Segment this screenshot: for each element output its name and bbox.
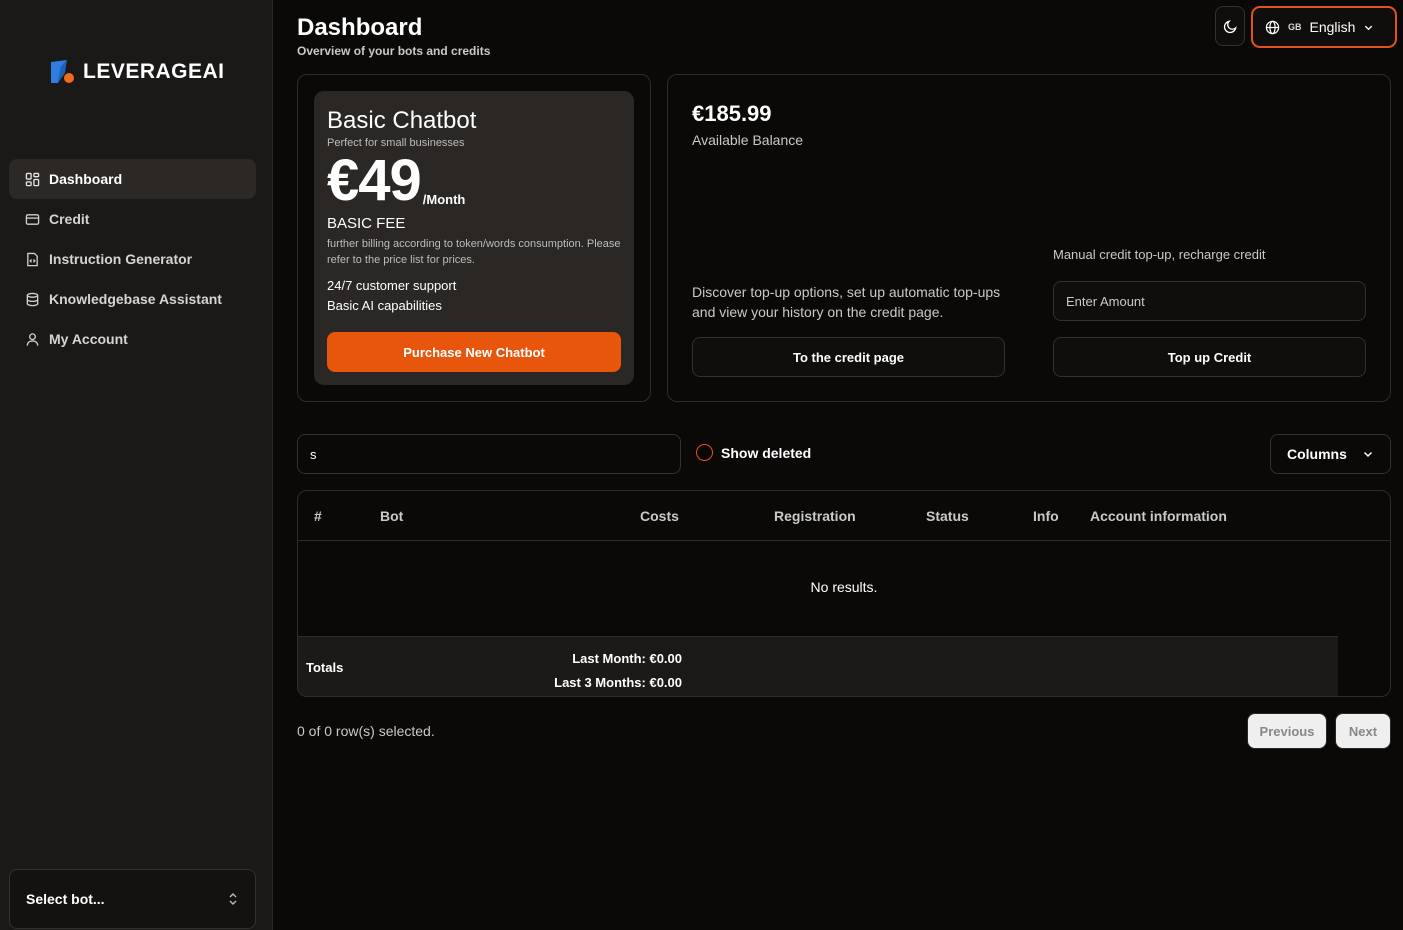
moon-icon bbox=[1223, 19, 1237, 33]
plan-period: /Month bbox=[422, 192, 466, 207]
sidebar-item-my-account[interactable]: My Account bbox=[9, 319, 256, 359]
plan-card: Basic Chatbot Perfect for small business… bbox=[314, 91, 634, 385]
search-input[interactable] bbox=[297, 434, 681, 474]
logo-text: LEVERAGEAI bbox=[83, 60, 225, 83]
fee-note: further billing according to token/words… bbox=[327, 238, 621, 266]
manual-topup-label: Manual credit top-up, recharge credit bbox=[1053, 247, 1266, 262]
sidebar-item-label: Dashboard bbox=[49, 171, 123, 187]
total-last-3-months: Last 3 Months: €0.00 bbox=[554, 675, 682, 690]
sidebar-item-dashboard[interactable]: Dashboard bbox=[9, 159, 256, 199]
file-code-icon bbox=[27, 252, 38, 266]
feature-item: 24/7 customer support bbox=[327, 278, 457, 293]
bot-select[interactable]: Select bot... bbox=[9, 869, 256, 929]
dashboard-icon bbox=[25, 172, 40, 186]
sidebar-item-label: Knowledgebase Assistant bbox=[49, 291, 222, 307]
bot-select-value: Select bot... bbox=[26, 891, 105, 907]
amount-input[interactable] bbox=[1053, 281, 1366, 321]
columns-button[interactable]: Columns bbox=[1270, 434, 1391, 474]
credit-card: €185.99 Available Balance Discover top-u… bbox=[667, 74, 1391, 402]
to-credit-page-button[interactable]: To the credit page bbox=[692, 337, 1005, 377]
credit-card-icon bbox=[25, 213, 40, 225]
column-header-costs[interactable]: Costs bbox=[640, 508, 679, 524]
user-icon bbox=[26, 332, 39, 346]
logo[interactable]: LEVERAGEAI bbox=[49, 59, 225, 85]
column-header-account-information[interactable]: Account information bbox=[1090, 508, 1227, 524]
page-title: Dashboard bbox=[297, 14, 423, 41]
chevron-down-icon bbox=[1363, 451, 1373, 458]
totals-label: Totals bbox=[306, 660, 344, 675]
fee-label: BASIC FEE bbox=[327, 215, 406, 232]
show-deleted-radio[interactable] bbox=[696, 444, 713, 461]
feature-list: 24/7 customer support Basic AI capabilit… bbox=[327, 276, 621, 316]
column-header-registration[interactable]: Registration bbox=[774, 508, 856, 524]
language-select[interactable]: GB English bbox=[1251, 6, 1397, 48]
discover-text: Discover top-up options, set up automati… bbox=[692, 284, 1001, 320]
selection-info: 0 of 0 row(s) selected. bbox=[297, 723, 435, 739]
plan-card-container: Basic Chatbot Perfect for small business… bbox=[297, 74, 651, 402]
table-header: # Bot Costs Registration Status Info Acc… bbox=[298, 491, 1390, 541]
sidebar-item-knowledgebase-assistant[interactable]: Knowledgebase Assistant bbox=[9, 279, 256, 319]
topup-credit-button[interactable]: Top up Credit bbox=[1053, 337, 1366, 377]
chevron-down-icon bbox=[1365, 25, 1373, 30]
sidebar-item-credit[interactable]: Credit bbox=[9, 199, 256, 239]
balance-amount: €185.99 bbox=[692, 101, 772, 126]
column-header-index[interactable]: # bbox=[314, 508, 322, 524]
sidebar-item-instruction-generator[interactable]: Instruction Generator bbox=[9, 239, 256, 279]
database-icon bbox=[26, 292, 39, 306]
bots-table: # Bot Costs Registration Status Info Acc… bbox=[297, 490, 1391, 697]
empty-state: No results. bbox=[810, 579, 878, 595]
globe-icon bbox=[1265, 20, 1280, 34]
sidebar-item-label: Instruction Generator bbox=[49, 251, 193, 267]
language-label: English bbox=[1309, 19, 1356, 35]
sidebar-nav: Dashboard Credit Instruction Generator K… bbox=[9, 159, 256, 359]
show-deleted-toggle[interactable]: Show deleted bbox=[696, 444, 811, 461]
page-subtitle: Overview of your bots and credits bbox=[297, 44, 491, 58]
logo-icon bbox=[49, 59, 75, 85]
sidebar-item-label: My Account bbox=[49, 331, 128, 347]
table-footer-totals: Totals Last Month: €0.00 Last 3 Months: … bbox=[298, 636, 1338, 696]
columns-label: Columns bbox=[1287, 446, 1347, 462]
show-deleted-label: Show deleted bbox=[721, 444, 812, 461]
chevrons-up-down-icon bbox=[229, 893, 237, 905]
totals-values: Last Month: €0.00 Last 3 Months: €0.00 bbox=[554, 647, 682, 695]
language-flag: GB bbox=[1288, 22, 1302, 32]
sidebar-item-label: Credit bbox=[49, 211, 90, 227]
plan-price: €49 bbox=[327, 148, 422, 213]
theme-toggle-button[interactable] bbox=[1215, 6, 1245, 46]
sidebar: LEVERAGEAI Dashboard Credit Instruction … bbox=[0, 0, 273, 930]
column-header-bot[interactable]: Bot bbox=[380, 508, 403, 524]
feature-item: Basic AI capabilities bbox=[327, 298, 442, 313]
column-header-status[interactable]: Status bbox=[926, 508, 969, 524]
plan-name: Basic Chatbot bbox=[327, 107, 477, 134]
total-last-month: Last Month: €0.00 bbox=[572, 651, 682, 666]
previous-page-button[interactable]: Previous bbox=[1247, 713, 1327, 749]
balance-label: Available Balance bbox=[692, 132, 804, 148]
column-header-info[interactable]: Info bbox=[1033, 508, 1059, 524]
price-row: €49 /Month bbox=[327, 151, 621, 211]
next-page-button[interactable]: Next bbox=[1335, 713, 1391, 749]
purchase-chatbot-button[interactable]: Purchase New Chatbot bbox=[327, 332, 621, 372]
